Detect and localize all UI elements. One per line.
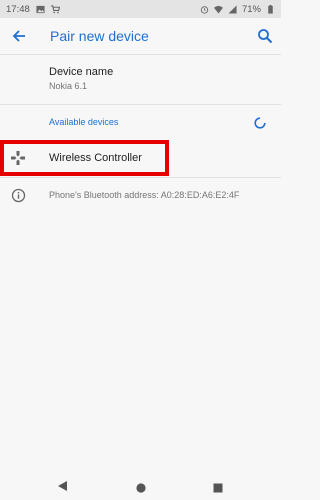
divider [0,177,281,178]
cellular-icon [228,4,237,14]
navigation-bar [0,470,281,500]
status-left: 17:48 [6,4,60,15]
nav-home-icon[interactable] [136,480,146,493]
device-name-title: Device name [49,66,114,78]
available-devices-header: Available devices [49,117,119,127]
highlight-box [0,140,169,176]
status-right: 71% [200,4,275,15]
nav-recents-icon[interactable] [213,480,223,493]
device-name-value: Nokia 6.1 [49,81,88,91]
app-bar: Pair new device [0,18,281,55]
nav-back-icon[interactable] [57,479,69,491]
loading-spinner-icon [254,116,266,129]
alarm-icon [200,5,209,14]
status-time: 17:48 [6,3,30,15]
battery-percentage: 71% [241,3,261,15]
device-name-setting[interactable]: Device name Nokia 6.1 [49,66,113,91]
wifi-icon [213,5,223,14]
search-icon[interactable] [256,27,274,45]
bluetooth-address-text: Phone's Bluetooth address: A0:28:ED:A6:E… [49,190,240,200]
arrow-back-icon[interactable] [10,27,28,45]
page-title: Pair new device [50,28,149,44]
battery-icon [266,4,275,14]
status-bar: 17:48 71% [0,0,281,18]
shopping-cart-icon [50,4,60,14]
divider [0,104,281,105]
info-icon [11,188,26,203]
image-icon [36,5,45,14]
